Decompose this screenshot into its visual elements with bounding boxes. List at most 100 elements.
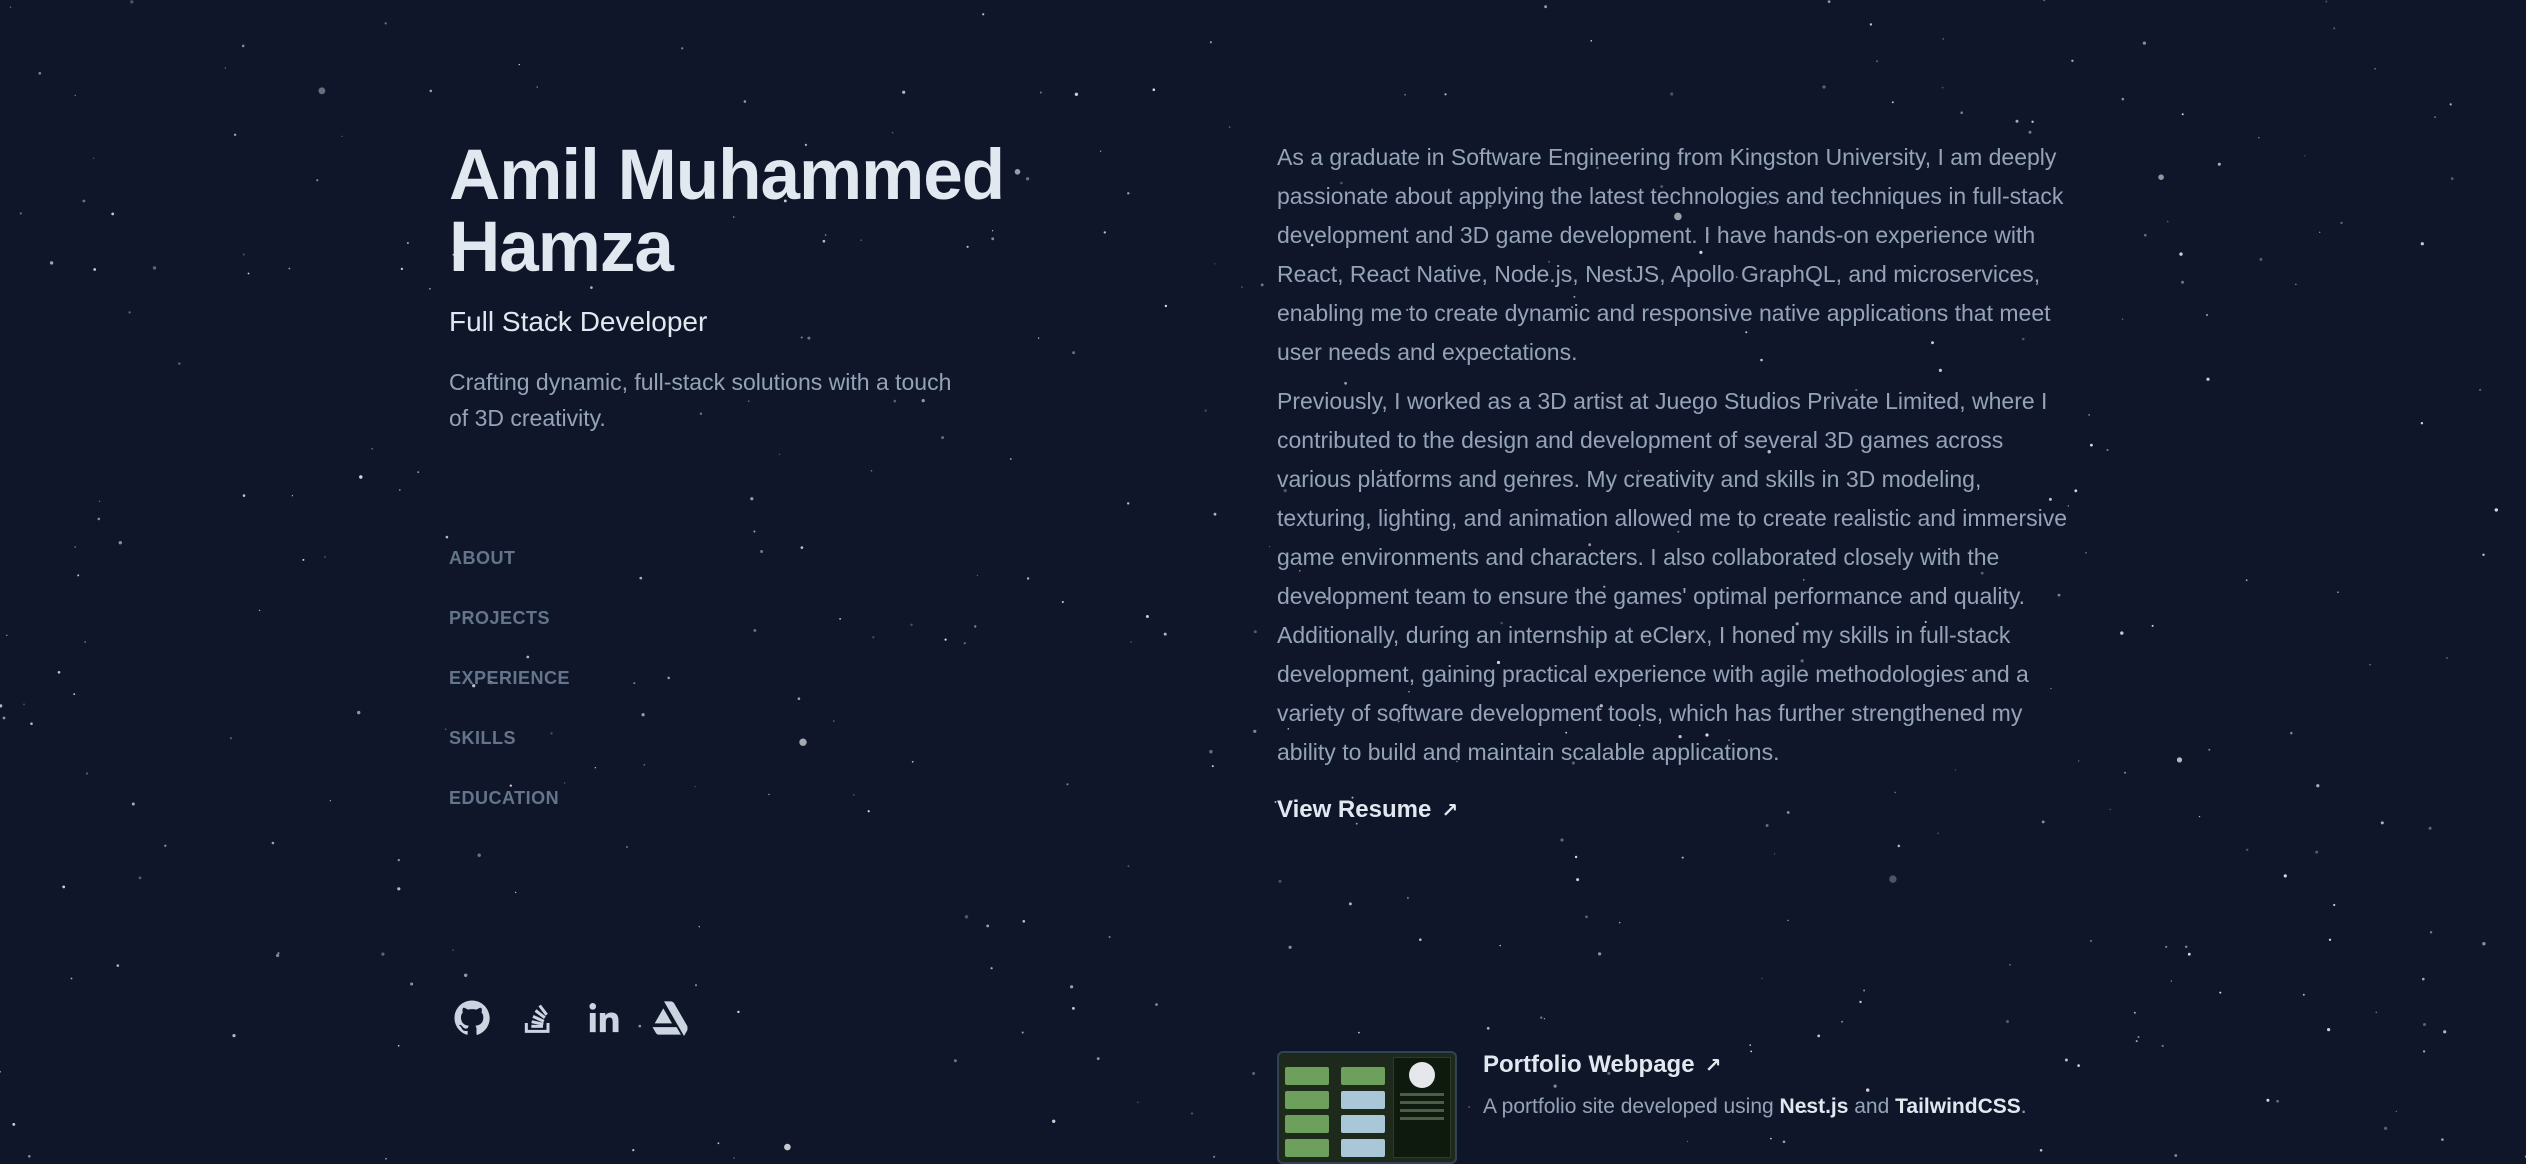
- project-desc-mid: and: [1848, 1095, 1896, 1118]
- star: [1544, 5, 1547, 9]
- star: [1876, 60, 1878, 63]
- artstation-icon[interactable]: [650, 998, 690, 1038]
- project-title-link[interactable]: Portfolio Webpage ↗: [1483, 1051, 2027, 1079]
- star: [2006, 1020, 2009, 1023]
- star: [1211, 765, 1214, 768]
- star: [1406, 896, 1409, 900]
- star: [1560, 838, 1564, 842]
- star: [891, 131, 894, 134]
- star: [444, 728, 447, 730]
- nav-item-education[interactable]: EDUCATION: [449, 788, 570, 848]
- star: [38, 71, 42, 75]
- nav-item-experience[interactable]: EXPERIENCE: [449, 668, 570, 728]
- star: [1419, 938, 1422, 941]
- star: [1209, 41, 1212, 44]
- star: [1127, 865, 1130, 868]
- nav-item-projects[interactable]: PROJECTS: [449, 608, 570, 668]
- star: [2420, 422, 2424, 425]
- star: [698, 926, 700, 928]
- star: [116, 964, 120, 967]
- star: [49, 261, 54, 265]
- github-icon[interactable]: [452, 998, 492, 1038]
- stackoverflow-icon[interactable]: [518, 998, 558, 1038]
- star: [2333, 903, 2336, 907]
- star: [1869, 23, 1873, 26]
- view-resume-link[interactable]: View Resume ↗: [1277, 796, 1458, 824]
- star: [1214, 263, 1216, 265]
- project-card[interactable]: Portfolio Webpage ↗ A portfolio site dev…: [1277, 1051, 2077, 1164]
- star: [77, 574, 80, 577]
- star: [2124, 771, 2126, 774]
- star: [2031, 120, 2034, 124]
- star: [1021, 1031, 1024, 1034]
- page-title: Amil Muhammed Hamza: [449, 136, 1005, 287]
- star: [2090, 939, 2092, 942]
- project-title: Portfolio Webpage: [1483, 1051, 1695, 1078]
- star: [341, 135, 343, 137]
- star: [258, 609, 261, 612]
- star: [1822, 85, 1826, 89]
- arrow-up-right-icon: ↗: [1441, 799, 1459, 822]
- star: [1074, 92, 1079, 97]
- star: [2384, 1126, 2388, 1130]
- project-desc-prefix: A portfolio site developed using: [1483, 1095, 1780, 1118]
- star: [417, 471, 420, 474]
- about-paragraph: As a graduate in Software Engineering fr…: [1277, 144, 2064, 365]
- star: [464, 973, 468, 977]
- star: [986, 924, 990, 928]
- star: [23, 703, 25, 706]
- star: [743, 100, 747, 103]
- star: [667, 676, 670, 680]
- star: [2333, 27, 2336, 30]
- star: [639, 576, 643, 580]
- star: [944, 638, 947, 641]
- star: [1863, 989, 1866, 992]
- star: [398, 489, 401, 491]
- star: [1022, 920, 1026, 923]
- star: [2028, 130, 2032, 134]
- star: [1444, 93, 1447, 96]
- star: [2245, 579, 2248, 582]
- star: [1891, 101, 1894, 104]
- star: [2340, 221, 2343, 225]
- star: [1070, 985, 1074, 989]
- star: [1618, 921, 1621, 924]
- star: [406, 242, 409, 244]
- star: [632, 1149, 635, 1152]
- star: [1252, 1072, 1256, 1075]
- linkedin-icon[interactable]: [584, 998, 624, 1038]
- star: [1859, 1000, 1862, 1004]
- star: [12, 1123, 16, 1126]
- star: [2179, 252, 2183, 256]
- star: [2327, 1028, 2331, 1032]
- job-title: Full Stack Developer: [449, 306, 708, 337]
- star: [1072, 1007, 1075, 1010]
- star: [1209, 750, 1213, 754]
- star: [681, 47, 684, 50]
- star: [452, 949, 454, 951]
- star: [2219, 991, 2222, 994]
- star: [19, 212, 22, 215]
- nav-item-about[interactable]: ABOUT: [449, 548, 570, 608]
- star: [2120, 631, 2124, 635]
- star: [1163, 632, 1167, 636]
- star: [2290, 731, 2293, 735]
- star: [1765, 824, 1769, 827]
- star: [70, 977, 73, 980]
- star: [514, 891, 517, 894]
- nav-item-skills[interactable]: SKILLS: [449, 728, 570, 788]
- star: [429, 288, 431, 290]
- star: [2015, 119, 2019, 123]
- star: [2259, 257, 2263, 261]
- star: [1960, 111, 1963, 114]
- star: [1010, 458, 1012, 460]
- star: [2429, 931, 2433, 934]
- star: [82, 199, 86, 203]
- star: [1590, 40, 1593, 42]
- star: [2443, 1030, 2447, 1034]
- star: [1585, 915, 1588, 919]
- star: [768, 793, 770, 796]
- star: [1288, 945, 1292, 949]
- star: [1278, 879, 1282, 883]
- star: [2090, 443, 2093, 447]
